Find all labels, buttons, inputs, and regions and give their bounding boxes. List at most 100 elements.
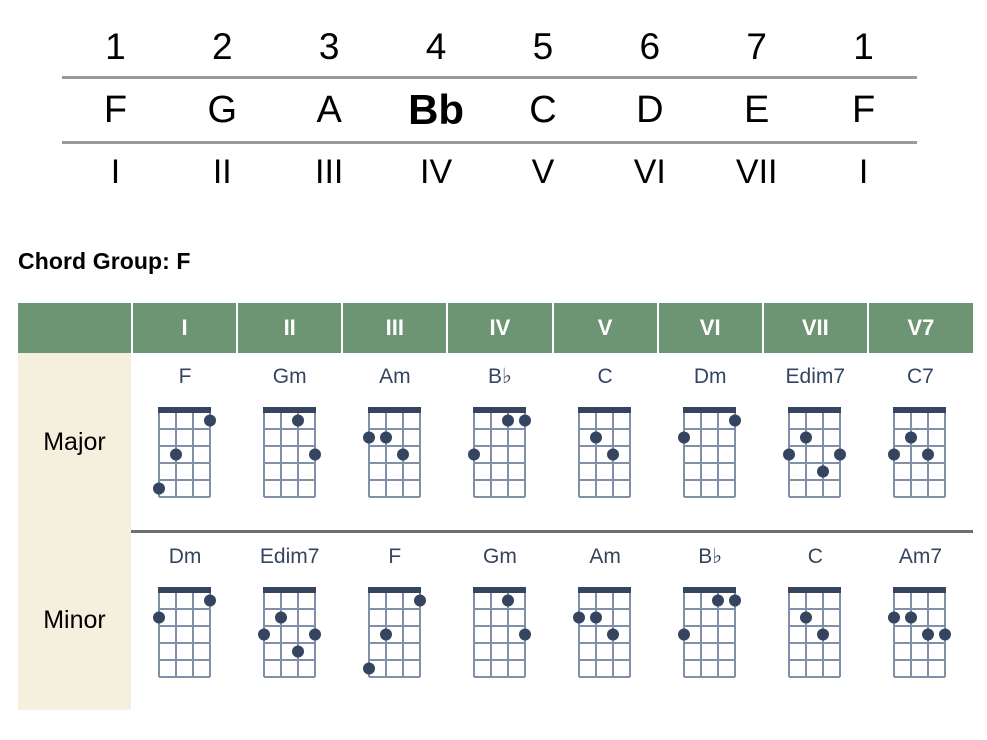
chord-cell[interactable]: C (762, 530, 868, 710)
chord-label: Edim7 (785, 365, 846, 388)
chord-cell[interactable]: Dm (132, 530, 238, 710)
finger-dot (939, 628, 952, 641)
column-header-ii[interactable]: II (237, 303, 344, 353)
finger-dot (888, 611, 901, 624)
chord-label: Am7 (898, 545, 943, 568)
row-header-major: Major (18, 353, 133, 532)
nut (367, 587, 421, 593)
nut (788, 407, 842, 413)
chord-label: Edim7 (259, 545, 320, 568)
fretboard-diagram (153, 407, 217, 498)
finger-dot (922, 628, 935, 641)
finger-dot (396, 448, 409, 461)
finger-dot (291, 414, 304, 427)
chord-cell[interactable]: Gm (237, 353, 343, 532)
finger-dot (153, 611, 166, 624)
column-header-vii[interactable]: VII (762, 303, 869, 353)
scale-roman-row: I II III IV V VI VII I (62, 143, 917, 201)
nut (262, 407, 316, 413)
column-header-vi[interactable]: VI (657, 303, 764, 353)
chord-cell[interactable]: Am (342, 353, 448, 532)
chord-cell[interactable]: Am (552, 530, 658, 710)
fretboard-diagram (573, 587, 632, 678)
scale-roman-cell: I (110, 153, 121, 191)
fretboard-diagram (678, 407, 742, 498)
nut (683, 407, 737, 413)
fretboard-diagram (788, 587, 842, 678)
chord-cell[interactable]: Dm (657, 353, 763, 532)
scale-table: 12345671 F G A Bb C D E F I II III IV V VI VII I (62, 18, 917, 200)
finger-dot (413, 594, 426, 607)
table-row: Major F Gm Am B♭ C Dm Edim7 C7 (18, 353, 973, 532)
chord-cell[interactable]: Am7 (867, 530, 973, 710)
scale-note-cell: Bb (382, 76, 490, 144)
scale-degree-cell: 7 (746, 26, 767, 67)
finger-dot (467, 448, 480, 461)
scale-degree-cell: 5 (532, 26, 554, 67)
column-header-iii[interactable]: III (342, 303, 449, 353)
chord-cell[interactable]: Edim7 (237, 530, 343, 710)
chord-cell[interactable]: C7 (867, 353, 973, 532)
column-header-v7[interactable]: V7 (867, 303, 973, 353)
fretboard-diagram (153, 587, 217, 678)
chord-diagram: B♭ (664, 533, 756, 687)
fretboard-diagram (262, 407, 321, 498)
column-header-iv[interactable]: IV (447, 303, 554, 353)
chord-diagram: C (769, 533, 861, 687)
finger-dot (800, 431, 813, 444)
chord-label: C (807, 545, 823, 568)
finger-dot (817, 628, 830, 641)
chord-label: Gm (272, 365, 307, 388)
scale-note-cell: F (62, 76, 169, 144)
chord-label: Am (379, 365, 411, 388)
scale-reference-table: 12345671 F G A Bb C D E F I II III IV V VI VII I (62, 18, 917, 200)
finger-dot (518, 628, 531, 641)
finger-dot (607, 448, 620, 461)
chord-cell[interactable]: Edim7 (762, 353, 868, 532)
scale-note-row: F G A Bb C D E F (62, 76, 917, 144)
finger-dot (729, 414, 742, 427)
finger-dot (204, 414, 217, 427)
chord-cell[interactable]: C (552, 353, 658, 532)
scale-degree-cell: 3 (318, 26, 340, 67)
chord-cell[interactable]: Gm (447, 530, 553, 710)
scale-degree-cell: 1 (105, 26, 126, 67)
column-header-i[interactable]: I (132, 303, 239, 353)
chord-label: F (178, 365, 192, 388)
finger-dot (678, 431, 691, 444)
chord-cell[interactable]: F (342, 530, 448, 710)
corner-cell (18, 303, 133, 353)
chord-cell[interactable]: B♭ (447, 353, 553, 532)
finger-dot (362, 431, 375, 444)
finger-dot (257, 628, 270, 641)
row-header-minor: Minor (18, 531, 133, 710)
finger-dot (362, 662, 375, 675)
finger-dot (379, 628, 392, 641)
chord-diagram: Dm (139, 533, 231, 687)
nut (262, 587, 316, 593)
chord-label: F (388, 545, 402, 568)
scale-note-cell: E (703, 76, 811, 144)
fretboard-diagram (362, 407, 421, 498)
chord-diagram: Dm (664, 353, 756, 507)
finger-dot (170, 448, 183, 461)
scale-degree-row: 1 2 3 4 5 6 7 1 (62, 18, 917, 78)
scale-roman-cell: VII (735, 153, 778, 191)
scale-degree-cell: 4 (425, 26, 447, 67)
chord-diagram: Edim7 (769, 353, 861, 507)
chord-cell[interactable]: B♭ (657, 530, 763, 710)
fretboard-diagram (783, 407, 847, 498)
finger-dot (834, 448, 847, 461)
nut (472, 587, 526, 593)
nut (158, 587, 212, 593)
chord-cell[interactable]: F (132, 353, 238, 532)
finger-dot (308, 628, 321, 641)
finger-dot (800, 611, 813, 624)
fretboard-diagram (578, 407, 632, 498)
column-header-v[interactable]: V (552, 303, 659, 353)
finger-dot (783, 448, 796, 461)
scale-degree-cell: 1 (853, 26, 874, 67)
page-title: Chord Group: F (18, 248, 191, 274)
chord-label: C7 (907, 365, 934, 388)
nut (158, 407, 212, 413)
